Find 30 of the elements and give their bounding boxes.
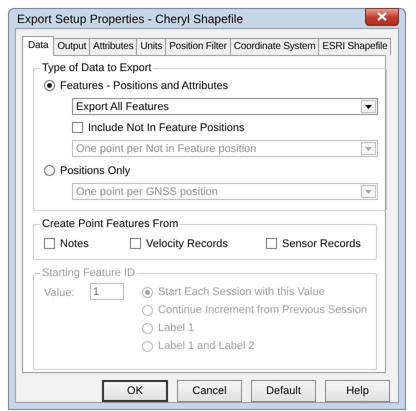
close-button[interactable] — [365, 8, 399, 26]
radio-button[interactable] — [44, 165, 55, 176]
radio-label: Features - Positions and Attributes — [60, 80, 228, 92]
checkbox[interactable] — [266, 238, 277, 249]
tab[interactable]: ESRI Shapefile — [318, 38, 392, 55]
window-title: Export Setup Properties - Cheryl Shapefile — [16, 12, 244, 26]
checkbox[interactable] — [72, 122, 83, 133]
checkbox[interactable] — [130, 238, 141, 249]
checkbox-label: Sensor Records — [282, 238, 361, 250]
checkbox-label: Notes — [60, 238, 89, 250]
group-title: Type of Data to Export — [41, 62, 152, 74]
dropdown[interactable]: Export All Features — [72, 98, 378, 115]
dialog-button[interactable]: Default — [251, 380, 316, 402]
group-title: Starting Feature ID — [41, 267, 136, 279]
radio-label: Label 1 and Label 2 — [158, 340, 255, 352]
checkbox-label: Velocity Records — [146, 238, 228, 250]
dialog-button[interactable]: OK — [102, 380, 168, 402]
radio-label: Positions Only — [60, 164, 130, 176]
tab[interactable]: Data — [22, 36, 54, 56]
radio-label: Start Each Session with this Value — [158, 286, 325, 298]
radio-label: Label 1 — [158, 322, 194, 334]
close-icon — [377, 12, 387, 21]
field-label: Value: — [44, 286, 76, 301]
dialog-button[interactable]: Help — [325, 380, 390, 402]
radio-label: Continue Increment from Previous Session — [158, 304, 368, 316]
dialog-button[interactable]: Cancel — [177, 380, 242, 402]
checkbox-label: Include Not In Feature Positions — [88, 122, 245, 134]
checkbox[interactable] — [44, 238, 55, 249]
group-title: Create Point Features From — [41, 218, 180, 230]
radio-button[interactable] — [44, 80, 55, 91]
